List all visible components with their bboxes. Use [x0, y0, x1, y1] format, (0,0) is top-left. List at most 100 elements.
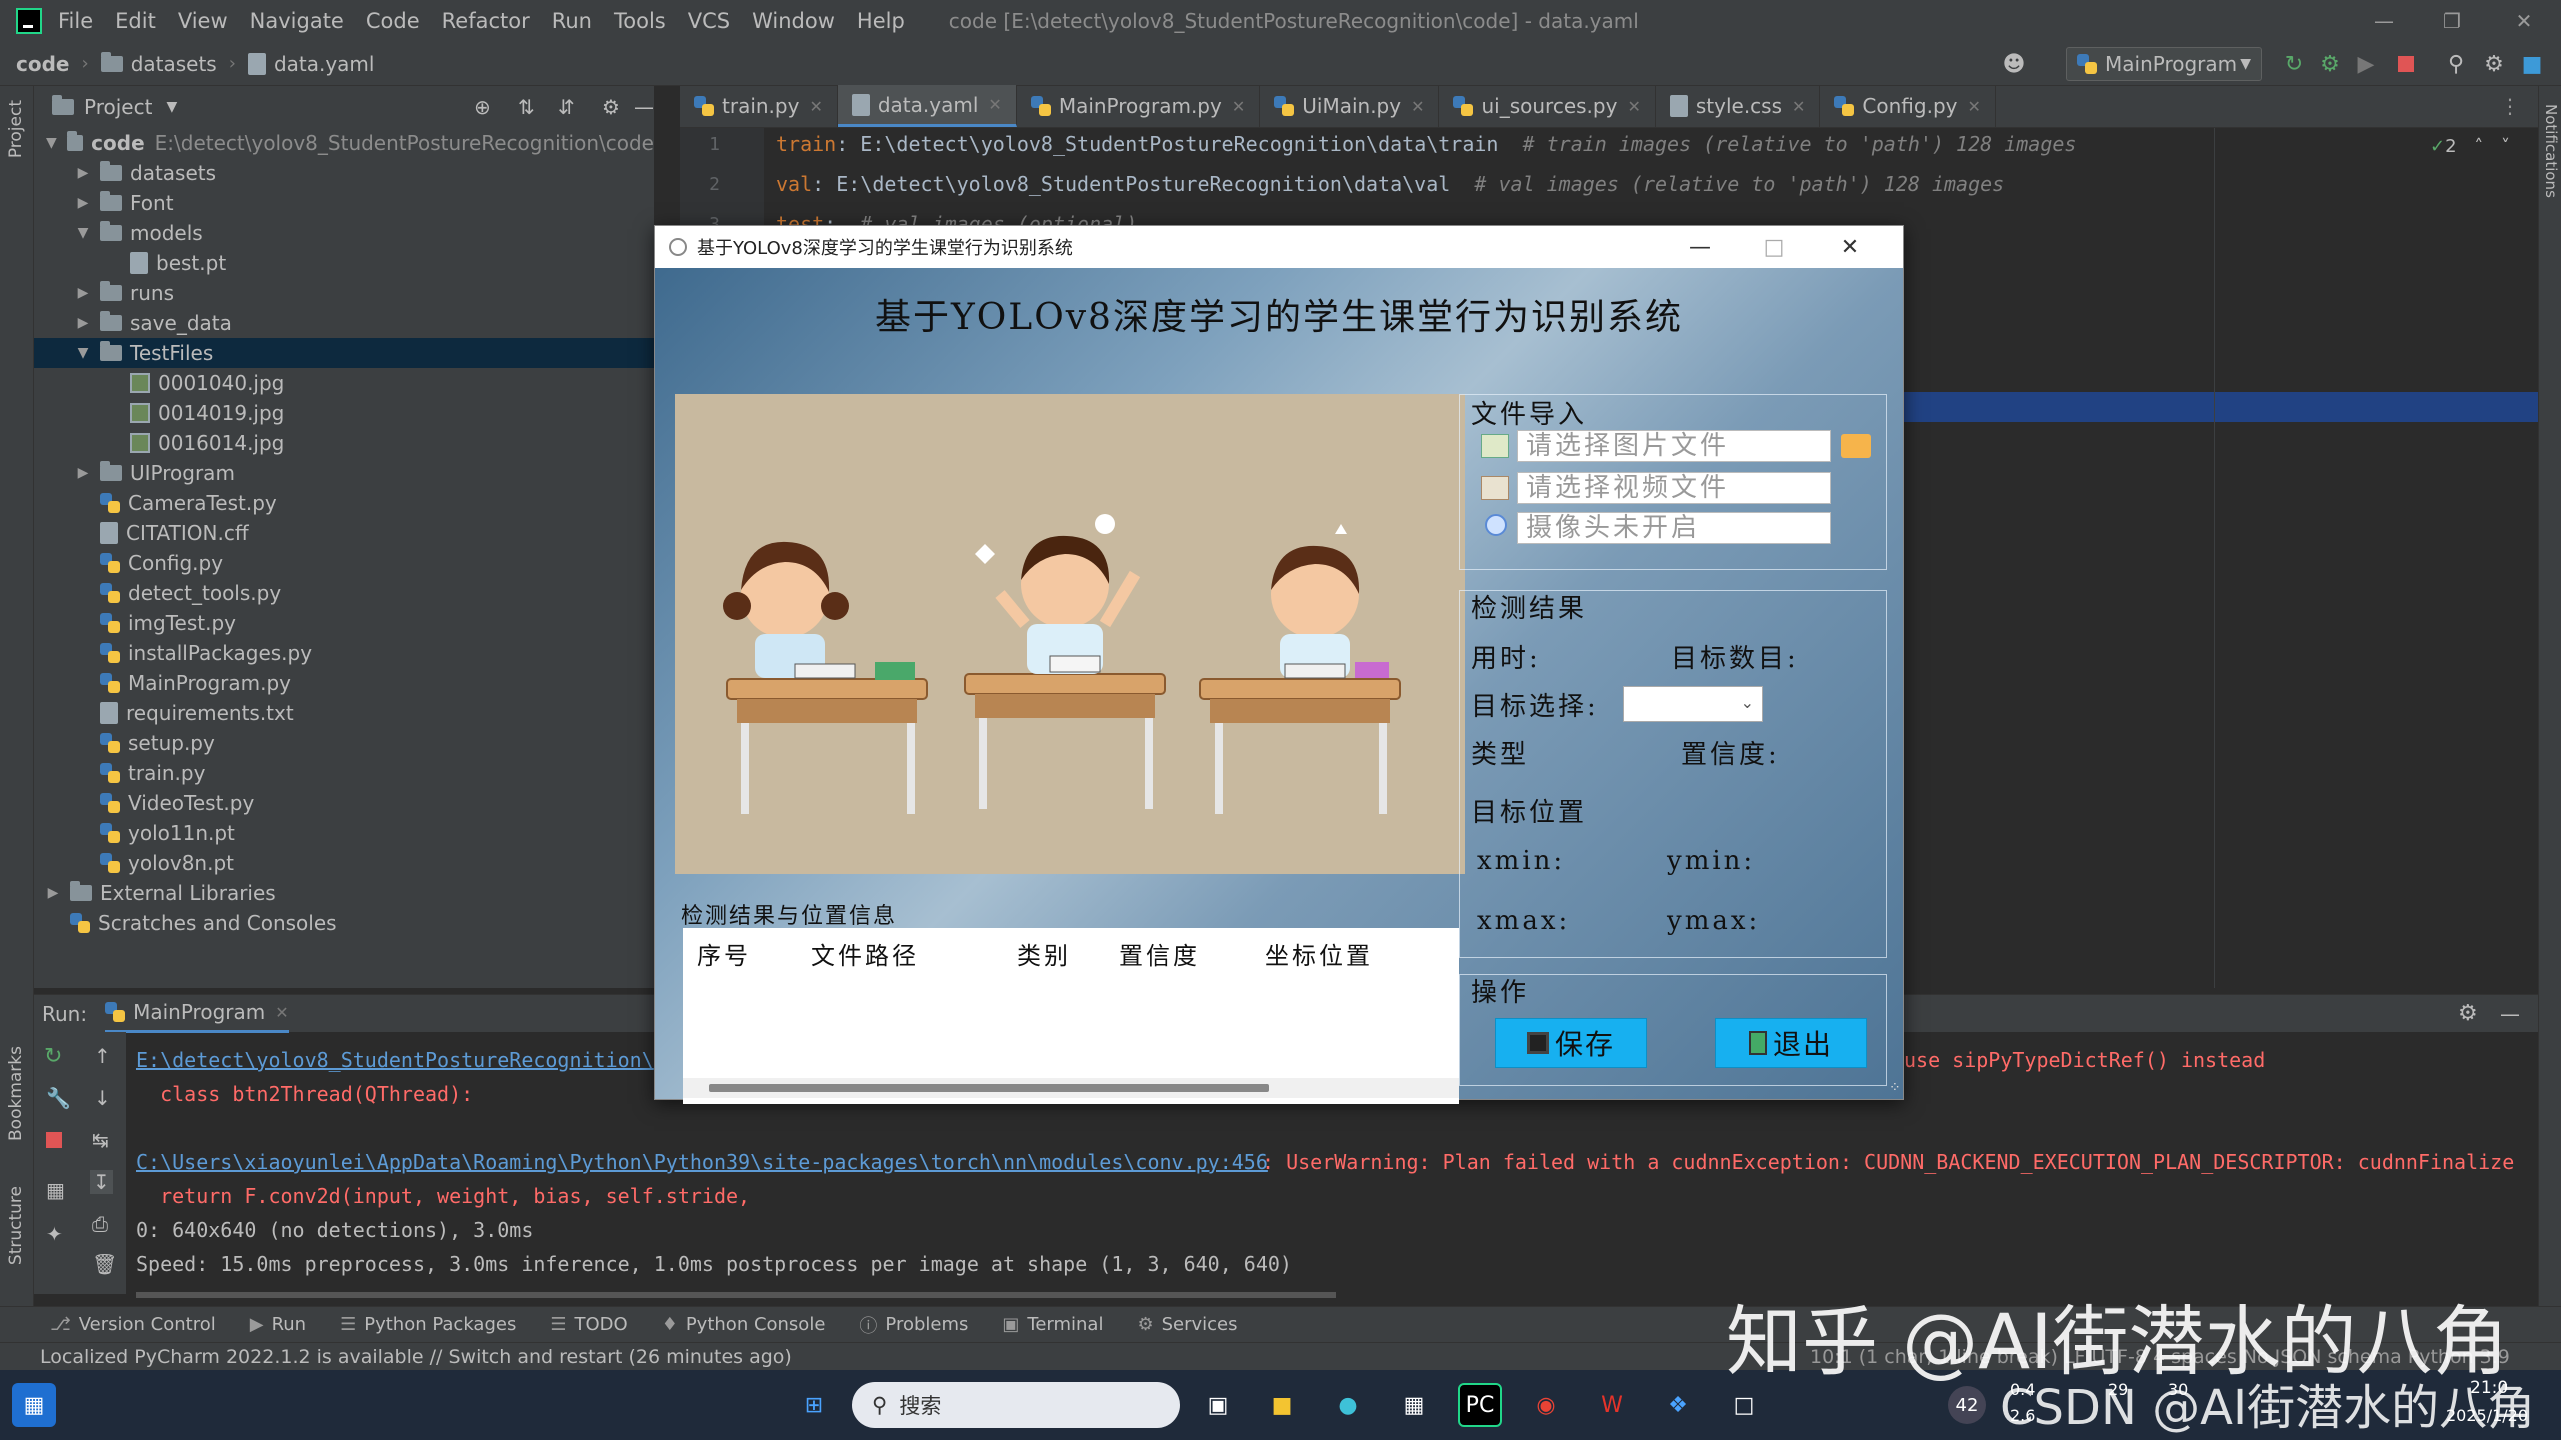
structure-tool-tab[interactable]: Structure	[6, 1186, 26, 1265]
gear-icon[interactable]: ⚙	[2458, 1001, 2478, 1026]
close-tab-icon[interactable]: ✕	[1967, 97, 1980, 116]
app-close-button[interactable]: ✕	[1815, 226, 1885, 268]
table-scrollbar-thumb[interactable]	[709, 1084, 1269, 1092]
menu-help[interactable]: Help	[857, 9, 905, 33]
target-select-dropdown[interactable]: ⌄	[1623, 686, 1763, 722]
project-tool-tab[interactable]: Project	[6, 100, 26, 158]
user-icon[interactable]: ☻	[2000, 50, 2028, 78]
tree-item[interactable]: ▼ TestFiles	[34, 338, 654, 368]
breadcrumb-file[interactable]: data.yaml	[274, 52, 375, 76]
tree-item[interactable]: imgTest.py	[34, 608, 654, 638]
app-maximize-button[interactable]: □	[1739, 226, 1809, 268]
hide-icon[interactable]: —	[634, 95, 654, 119]
menu-code[interactable]: Code	[366, 9, 420, 33]
code-line[interactable]: train: E:\detect\yolov8_StudentPostureRe…	[776, 132, 2076, 156]
layout-icon[interactable]: ▦	[46, 1178, 65, 1202]
chevron-down-icon[interactable]: ▼	[166, 99, 177, 115]
horizontal-scrollbar[interactable]	[136, 1292, 1336, 1298]
menu-tools[interactable]: Tools	[614, 9, 666, 33]
tree-item[interactable]: 0014019.jpg	[34, 398, 654, 428]
camera-status-field[interactable]: 摄像头未开启	[1517, 512, 1831, 544]
run-tool-tab[interactable]: ▶ Run	[250, 1314, 306, 1335]
problems-tab[interactable]: ⓘ Problems	[859, 1312, 968, 1338]
print-icon[interactable]: ⎙	[92, 1212, 108, 1236]
tree-item[interactable]: 0001040.jpg	[34, 368, 654, 398]
menu-edit[interactable]: Edit	[115, 9, 156, 33]
menu-window[interactable]: Window	[752, 9, 835, 33]
soft-wrap-icon[interactable]: ↹	[92, 1128, 109, 1152]
tree-item[interactable]: CameraTest.py	[34, 488, 654, 518]
header-confidence[interactable]: 置信度	[1119, 936, 1200, 971]
bookmarks-tool-tab[interactable]: Bookmarks	[6, 1046, 26, 1141]
console-line[interactable]: E:\detect\yolov8_StudentPostureRecogniti…	[136, 1048, 654, 1072]
gear-icon[interactable]: ⚙	[602, 95, 620, 119]
editor-tab[interactable]: UiMain.py ✕	[1260, 85, 1440, 127]
tree-item[interactable]: ▼ models	[34, 218, 654, 248]
services-tab[interactable]: ⚙ Services	[1137, 1314, 1237, 1335]
run-config-dropdown[interactable]: MainProgram ▼	[2066, 47, 2262, 81]
tree-item[interactable]: ▶ runs	[34, 278, 654, 308]
maximize-button[interactable]: ❐	[2418, 0, 2486, 42]
feishu-icon[interactable]: ❖	[1656, 1383, 1700, 1427]
minimize-button[interactable]: —	[2350, 0, 2418, 42]
tree-item[interactable]: best.pt	[34, 248, 654, 278]
tree-item[interactable]: CITATION.cff	[34, 518, 654, 548]
tree-item[interactable]: ▶ save_data	[34, 308, 654, 338]
collapse-all-icon[interactable]: ⇵	[558, 95, 575, 119]
inspection-widget[interactable]: ✓2 ˄ ˅	[2430, 136, 2510, 157]
tree-item[interactable]: requirements.txt	[34, 698, 654, 728]
status-message[interactable]: Localized PyCharm 2022.1.2 is available …	[40, 1346, 792, 1368]
close-tab-icon[interactable]: ✕	[988, 95, 1001, 114]
breadcrumb-root[interactable]: code	[16, 52, 69, 76]
more-tabs-icon[interactable]: ⋮	[2500, 94, 2520, 118]
trash-icon[interactable]: 🗑	[92, 1252, 117, 1276]
tree-item[interactable]: detect_tools.py	[34, 578, 654, 608]
tree-item[interactable]: train.py	[34, 758, 654, 788]
menu-vcs[interactable]: VCS	[688, 9, 730, 33]
python-console-tab[interactable]: ♦ Python Console	[662, 1314, 826, 1335]
save-button[interactable]: 保存	[1495, 1018, 1647, 1068]
chevron-down-icon[interactable]: ▼	[76, 225, 90, 241]
tree-item[interactable]: Config.py	[34, 548, 654, 578]
task-view-icon[interactable]: ▣	[1196, 1383, 1240, 1427]
project-panel-title[interactable]: Project	[84, 95, 152, 119]
tree-item[interactable]: yolov8n.pt	[34, 848, 654, 878]
file-explorer-icon[interactable]: ■	[1260, 1383, 1304, 1427]
header-position[interactable]: 坐标位置	[1265, 936, 1373, 971]
close-button[interactable]: ✕	[2490, 0, 2558, 42]
editor-tab[interactable]: train.py ✕	[680, 85, 838, 127]
menu-file[interactable]: File	[58, 9, 93, 33]
tree-item[interactable]: ▶ datasets	[34, 158, 654, 188]
store-icon[interactable]: ▦	[1392, 1383, 1436, 1427]
editor-tab[interactable]: Config.py ✕	[1820, 85, 1996, 127]
settings-icon[interactable]: ⚙	[2480, 50, 2508, 78]
chevron-down-icon[interactable]: ▼	[46, 135, 57, 151]
stop-icon[interactable]	[2392, 50, 2420, 78]
resize-grip-icon[interactable]: ⁘	[1889, 1080, 1901, 1096]
tree-item[interactable]: installPackages.py	[34, 638, 654, 668]
debug-icon[interactable]: ⚙	[2316, 50, 2344, 78]
locate-icon[interactable]: ⊕	[474, 95, 491, 119]
tree-item[interactable]: ▶ External Libraries	[34, 878, 654, 908]
tree-item[interactable]: 0016014.jpg	[34, 428, 654, 458]
chevron-right-icon[interactable]: ▶	[76, 315, 90, 331]
results-table[interactable]: 序号 文件路径 类别 置信度 坐标位置	[683, 928, 1459, 1104]
chevron-right-icon[interactable]: ▶	[76, 465, 90, 481]
todo-tab[interactable]: ☰ TODO	[550, 1314, 627, 1335]
taskbar-search[interactable]: ⚲ 搜索	[852, 1382, 1180, 1428]
arrow-up-icon[interactable]: ↑	[94, 1044, 111, 1068]
python-packages-tab[interactable]: ☰ Python Packages	[340, 1314, 516, 1335]
menu-refactor[interactable]: Refactor	[442, 9, 530, 33]
video-file-field[interactable]: 请选择视频文件	[1517, 472, 1831, 504]
rerun-icon[interactable]: ↻	[44, 1044, 62, 1069]
jetbrains-icon[interactable]: ■	[2518, 50, 2546, 78]
start-icon[interactable]: ⊞	[792, 1383, 836, 1427]
rerun-icon[interactable]: ↻	[2280, 50, 2308, 78]
editor-tab[interactable]: style.css ✕	[1656, 85, 1821, 127]
image-file-field[interactable]: 请选择图片文件	[1517, 430, 1831, 462]
tree-item[interactable]: setup.py	[34, 728, 654, 758]
tree-item[interactable]: MainProgram.py	[34, 668, 654, 698]
notifications-tool-tab[interactable]: Notifications	[2542, 104, 2560, 198]
tree-item[interactable]: yolo11n.pt	[34, 818, 654, 848]
scroll-to-end-icon[interactable]: ↧	[90, 1170, 113, 1194]
